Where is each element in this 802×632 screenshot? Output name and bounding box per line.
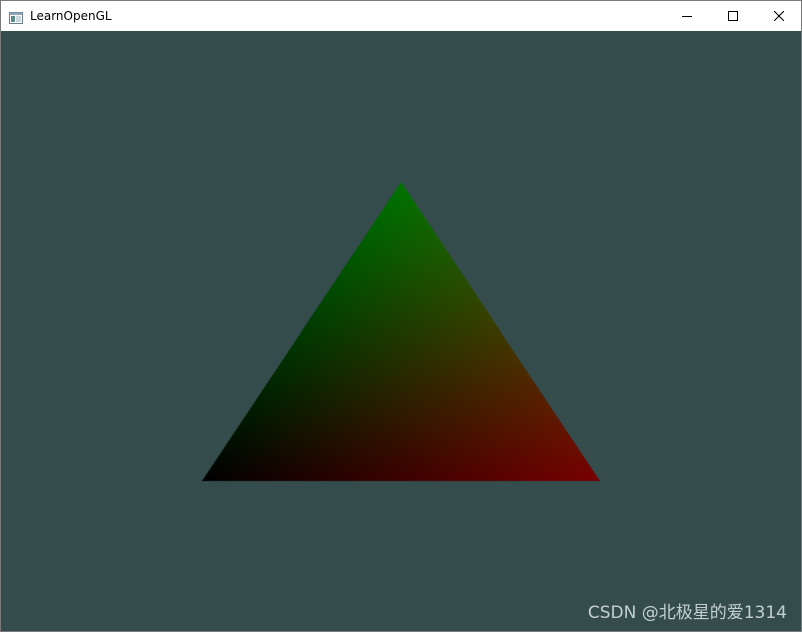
app-window: LearnOpenGL CSDN @北极星的爱1314 xyxy=(0,0,802,632)
title-bar[interactable]: LearnOpenGL xyxy=(1,1,801,31)
minimize-icon xyxy=(682,11,692,21)
render-canvas[interactable] xyxy=(1,31,801,631)
maximize-icon xyxy=(728,11,738,21)
opengl-viewport[interactable]: CSDN @北极星的爱1314 xyxy=(1,31,801,631)
watermark-text: CSDN @北极星的爱1314 xyxy=(587,603,787,623)
maximize-button[interactable] xyxy=(710,1,756,31)
close-icon xyxy=(774,11,784,21)
window-app-icon[interactable] xyxy=(9,9,23,24)
close-button[interactable] xyxy=(756,1,802,31)
window-title: LearnOpenGL xyxy=(30,9,112,23)
minimize-button[interactable] xyxy=(664,1,710,31)
